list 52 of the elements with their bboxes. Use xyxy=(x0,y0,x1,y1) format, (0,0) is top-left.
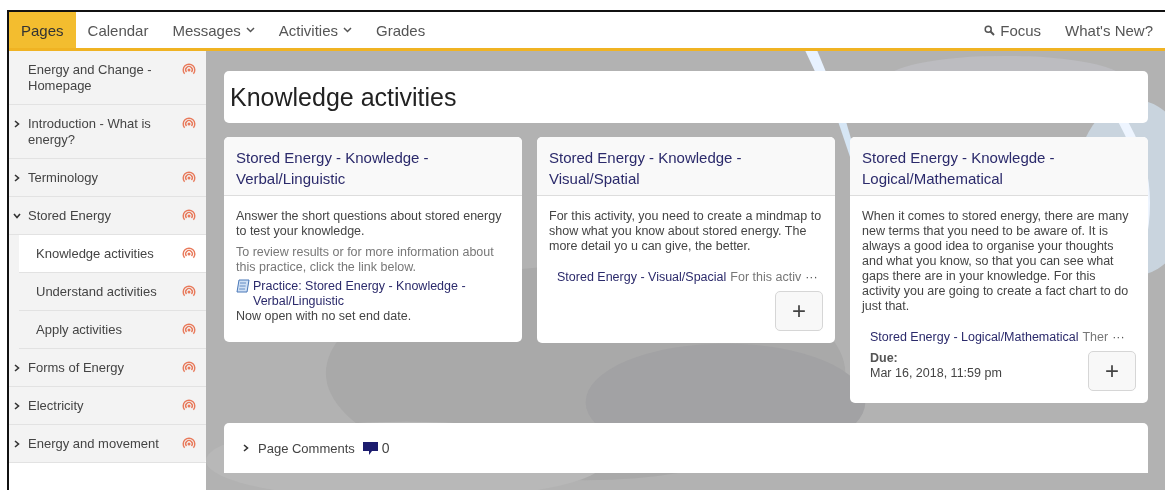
card-title[interactable]: Stored Energy - Knowledge - Verbal/Linguistic xyxy=(236,147,510,189)
focus-link[interactable]: Focus xyxy=(972,12,1054,48)
comment-count: 0 xyxy=(381,440,390,456)
due-label: Due: xyxy=(870,351,899,366)
more-button[interactable]: ··· xyxy=(1112,330,1125,345)
comments-toggle[interactable]: Page Comments xyxy=(258,440,355,456)
card-description: When it comes to stored energy, there are many new terms that you need to be aware of. It is always a good idea to organise your thoughts and what you know, so that you can see what gaps there are in your knowledge. For this activity you are going to create a fact chart to do just that. xyxy=(862,209,1130,314)
search-icon xyxy=(984,24,996,36)
chevron-icon xyxy=(13,120,21,128)
whats-new-link[interactable]: What's New? xyxy=(1053,12,1165,48)
nav-tab[interactable]: Pages xyxy=(9,12,76,48)
info-text: To review results or for more information about this practice, click the link below. xyxy=(236,245,495,275)
scroll-icon xyxy=(236,279,250,294)
chevron-icon xyxy=(242,444,250,452)
practice-link[interactable]: Practice: Stored Energy - Knowledge - Verbal/Linguistic xyxy=(253,279,510,309)
nav-tab[interactable]: Messages xyxy=(160,12,267,48)
submission-link[interactable]: Stored Energy - Visual/Spacial xyxy=(557,270,727,285)
broadcast-icon xyxy=(182,399,196,412)
availability-text: Now open with no set end date. xyxy=(236,309,413,324)
card-description: Answer the short questions about stored energy to test your knowledge. xyxy=(236,209,503,239)
chevron-icon xyxy=(13,402,21,410)
nav-tab[interactable]: Activities xyxy=(266,12,364,48)
broadcast-icon xyxy=(182,285,196,298)
card-description: For this activity, you need to create a mindmap to show what you know about stored energy. The more detail yo u can give, the better. xyxy=(549,209,823,254)
add-button[interactable]: + xyxy=(1088,351,1136,391)
broadcast-icon xyxy=(182,209,196,222)
more-button[interactable]: ··· xyxy=(805,270,818,285)
broadcast-icon xyxy=(182,117,196,130)
nav-tab[interactable]: Grades xyxy=(364,12,438,48)
chevron-icon xyxy=(13,440,21,448)
broadcast-icon xyxy=(182,361,196,374)
submission-preview: Ther xyxy=(1082,330,1109,345)
sidebar-item[interactable]: Knowledge activities xyxy=(19,235,206,273)
comment-icon xyxy=(362,441,378,455)
chevron-icon xyxy=(13,174,21,182)
broadcast-icon xyxy=(182,63,196,76)
card-title[interactable]: Stored Energy - Knowlegde - Logical/Mathematical xyxy=(862,147,1136,189)
page-title: Knowledge activities xyxy=(230,82,457,112)
broadcast-icon xyxy=(182,171,196,184)
nav-tab[interactable]: Calendar xyxy=(75,12,161,48)
submission-link[interactable]: Stored Energy - Logical/Mathematical xyxy=(870,330,1079,345)
due-date: Mar 16, 2018, 11:59 pm xyxy=(870,366,1002,381)
broadcast-icon xyxy=(182,437,196,450)
caret-icon xyxy=(343,27,352,33)
chevron-icon xyxy=(13,212,21,220)
submission-preview: For this activ xyxy=(730,270,802,285)
caret-icon xyxy=(245,27,255,33)
broadcast-icon xyxy=(182,247,196,260)
chevron-icon xyxy=(13,364,21,372)
broadcast-icon xyxy=(182,323,196,336)
card-title[interactable]: Stored Energy - Knowledge - Visual/Spatial xyxy=(549,147,823,189)
add-button[interactable]: + xyxy=(775,291,823,331)
